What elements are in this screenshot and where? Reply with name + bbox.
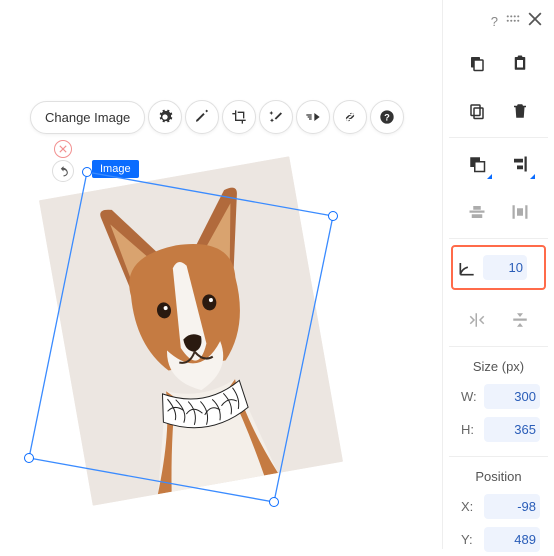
help-circle-icon: ?	[379, 109, 395, 125]
width-label: W:	[461, 389, 483, 404]
magic-wand-icon	[268, 109, 284, 125]
motion-icon	[305, 109, 321, 125]
rotation-row	[451, 245, 546, 290]
properties-panel: ? Size (px) W: H: Position X: Y:	[442, 0, 554, 549]
brush-icon	[194, 109, 210, 125]
size-section-title: Size (px)	[449, 349, 548, 380]
rotation-input[interactable]	[483, 255, 527, 280]
delete-button[interactable]	[506, 97, 534, 125]
y-input[interactable]	[484, 527, 540, 552]
svg-text:?: ?	[384, 112, 390, 122]
panel-help-button[interactable]: ?	[491, 14, 498, 29]
resize-handle-br[interactable]	[269, 497, 279, 507]
flip-vertical-button[interactable]	[506, 306, 534, 334]
position-section-title: Position	[449, 459, 548, 490]
align-center-h-icon	[468, 203, 486, 221]
selection-box[interactable]	[26, 164, 342, 510]
height-label: H:	[461, 422, 483, 437]
trash-icon	[511, 102, 529, 120]
resize-handle-tl[interactable]	[82, 167, 92, 177]
y-label: Y:	[461, 532, 483, 547]
duplicate-icon	[468, 102, 486, 120]
x-input[interactable]	[484, 494, 540, 519]
image-toolbar: Change Image ?	[30, 100, 404, 134]
align-right-icon	[511, 155, 529, 173]
x-label: X:	[461, 499, 483, 514]
animate-button[interactable]	[296, 100, 330, 134]
bring-forward-button[interactable]	[463, 150, 491, 178]
copy-icon	[468, 54, 486, 72]
resize-handle-tr[interactable]	[328, 211, 338, 221]
distribute-icon	[511, 203, 529, 221]
bring-forward-icon	[468, 155, 486, 173]
copy-button[interactable]	[463, 49, 491, 77]
align-center-h-button[interactable]	[463, 198, 491, 226]
angle-icon	[457, 258, 477, 278]
gear-icon	[157, 109, 173, 125]
close-panel-button[interactable]	[528, 12, 542, 31]
magic-button[interactable]	[259, 100, 293, 134]
height-input[interactable]	[484, 417, 540, 442]
flip-v-icon	[511, 311, 529, 329]
change-image-button[interactable]: Change Image	[30, 101, 145, 134]
align-right-button[interactable]	[506, 150, 534, 178]
help-button[interactable]: ?	[370, 100, 404, 134]
resize-handle-bl[interactable]	[24, 453, 34, 463]
distribute-button[interactable]	[506, 198, 534, 226]
link-button[interactable]	[333, 100, 367, 134]
link-icon	[342, 109, 358, 125]
delete-element-button[interactable]	[54, 140, 72, 158]
brush-button[interactable]	[185, 100, 219, 134]
paste-icon	[511, 54, 529, 72]
flip-h-icon	[468, 311, 486, 329]
crop-button[interactable]	[222, 100, 256, 134]
canvas[interactable]: Change Image ?	[0, 0, 442, 549]
width-input[interactable]	[484, 384, 540, 409]
duplicate-button[interactable]	[463, 97, 491, 125]
x-icon	[59, 145, 67, 153]
paste-button[interactable]	[506, 49, 534, 77]
flip-horizontal-button[interactable]	[463, 306, 491, 334]
settings-button[interactable]	[148, 100, 182, 134]
drag-handle-icon[interactable]	[506, 12, 520, 31]
crop-icon	[231, 109, 247, 125]
